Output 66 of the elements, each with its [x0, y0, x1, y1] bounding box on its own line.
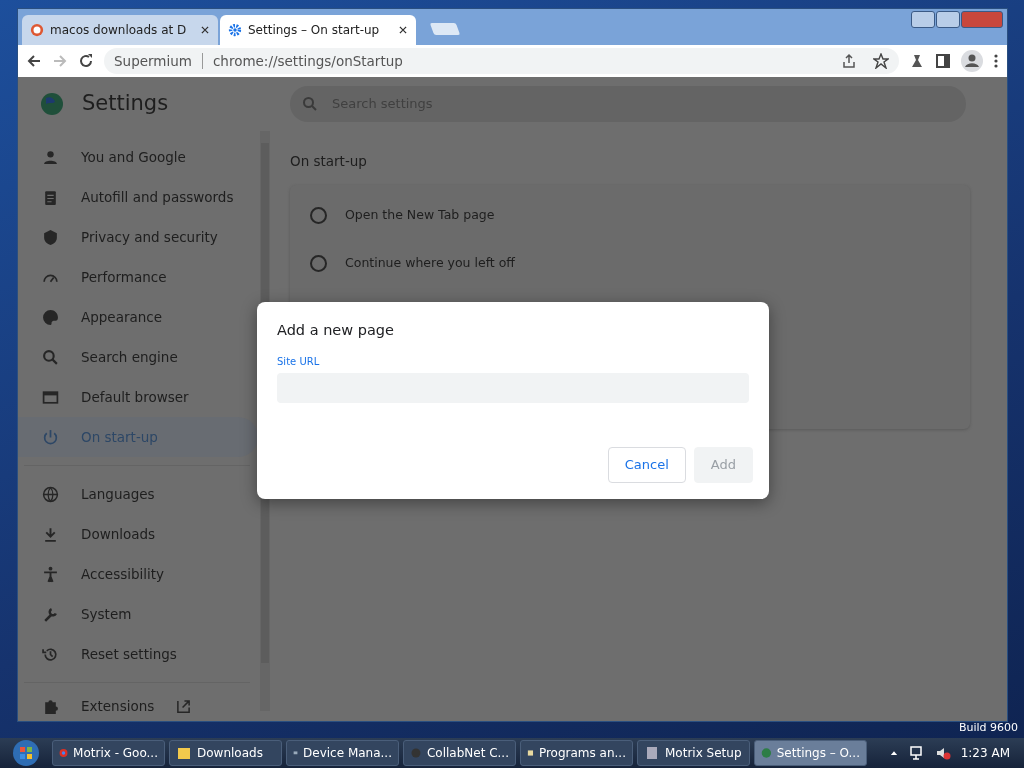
sidebar-item[interactable]: Search engine: [18, 337, 258, 377]
sidebar-item[interactable]: On start-up: [18, 417, 258, 457]
muted-speaker-icon: [934, 745, 951, 761]
palette-icon: [42, 308, 59, 326]
installer-icon: [644, 745, 660, 761]
back-icon[interactable]: [26, 53, 42, 69]
sidebar-item[interactable]: Performance: [18, 257, 258, 297]
option-label: Open the New Tab page: [345, 205, 495, 224]
build-text: Build 9600: [958, 719, 1018, 736]
external-link-icon: [176, 698, 192, 714]
person-icon: [42, 148, 59, 166]
globe-logo-icon: [40, 92, 64, 116]
field-label: Site URL: [277, 354, 321, 369]
side-panel-icon[interactable]: [935, 53, 951, 69]
gear-icon: [228, 23, 242, 37]
close-icon[interactable]: [200, 25, 210, 35]
wrench-icon: [42, 605, 59, 623]
sidebar-item[interactable]: Downloads: [18, 514, 258, 554]
search-icon: [42, 348, 59, 366]
taskbar-button[interactable]: Programs an...: [520, 740, 633, 766]
sidebar-item[interactable]: Accessibility: [18, 554, 258, 594]
radio-button[interactable]: [310, 254, 327, 272]
download-icon: [42, 525, 59, 543]
taskbar-button[interactable]: Motrix - Goo...: [52, 740, 165, 766]
option-label: Continue where you left off: [345, 253, 515, 272]
taskbar-button[interactable]: Settings – O...: [754, 740, 867, 766]
taskbar-button[interactable]: Device Mana...: [286, 740, 399, 766]
accessibility-icon: [42, 565, 59, 583]
cancel-button[interactable]: Cancel: [607, 446, 686, 483]
sidebar-item[interactable]: Appearance: [18, 297, 258, 337]
menu-icon[interactable]: [993, 53, 999, 69]
browser-tab[interactable]: macos downloads at D: [22, 15, 218, 45]
minimize-button[interactable]: [911, 11, 935, 28]
shield-icon: [42, 228, 59, 246]
sidebar-item[interactable]: You and Google: [18, 137, 258, 177]
page-title: Settings: [82, 90, 169, 118]
history-icon: [42, 645, 59, 663]
start-button[interactable]: [12, 739, 40, 767]
taskbar-button[interactable]: CollabNet C...: [403, 740, 516, 766]
address-bar[interactable]: Supermium chrome://settings/onStartup: [104, 48, 899, 74]
browser-window-icon: [42, 388, 59, 406]
sidebar-item[interactable]: Default browser: [18, 377, 258, 417]
sidebar-item[interactable]: Autofill and passwords: [18, 177, 258, 217]
profile-icon[interactable]: [961, 50, 983, 72]
power-icon: [42, 428, 59, 446]
taskbar-button[interactable]: Motrix Setup: [637, 740, 750, 766]
folder-icon: [176, 745, 192, 761]
radio-button[interactable]: [310, 206, 327, 224]
network-icon: [908, 745, 925, 761]
sidebar-item[interactable]: Privacy and security: [18, 217, 258, 257]
sidebar-item[interactable]: Reset settings: [18, 634, 258, 674]
sidebar-item[interactable]: Languages: [18, 474, 258, 514]
section-title: On start-up: [290, 152, 368, 171]
close-icon[interactable]: [398, 25, 408, 35]
browser-tab[interactable]: Settings – On start-up: [220, 15, 416, 45]
reload-icon[interactable]: [78, 53, 94, 69]
share-icon: [841, 53, 857, 69]
dialog-title: Add a new page: [277, 321, 395, 340]
sidebar-item[interactable]: System: [18, 594, 258, 634]
sidebar-item[interactable]: Extensions: [18, 691, 258, 721]
clock-text: 1:23 AM: [960, 745, 1010, 762]
star-icon: [873, 53, 889, 69]
taskbar-button[interactable]: Downloads: [169, 740, 282, 766]
clipboard-icon: [42, 188, 59, 206]
maximize-button[interactable]: [936, 11, 960, 28]
search-icon: [302, 96, 318, 112]
